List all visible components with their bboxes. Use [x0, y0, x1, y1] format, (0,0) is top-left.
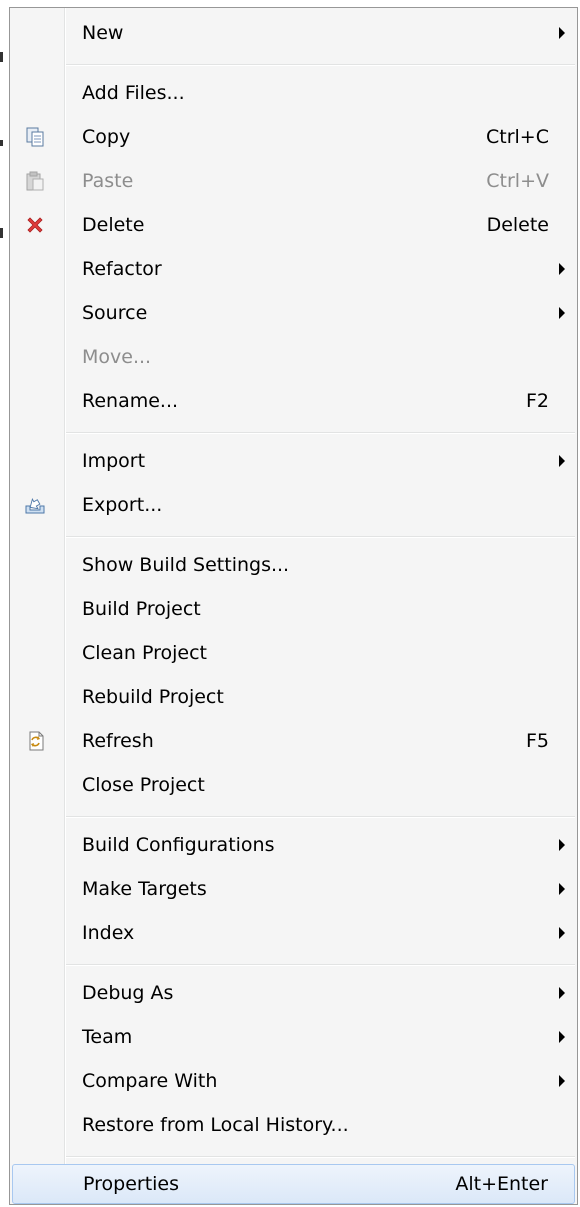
menu-item-label: New: [82, 22, 124, 44]
window-edge-mark: [0, 228, 3, 238]
menu-separator: [66, 1156, 575, 1158]
menu-item-label: Make Targets: [82, 878, 207, 900]
submenu-arrow-icon: [559, 927, 565, 939]
menu-item-shortcut: Alt+Enter: [455, 1173, 548, 1195]
menu-item-source[interactable]: Source: [10, 293, 577, 333]
submenu-arrow-icon: [559, 839, 565, 851]
menu-item-label: Build Project: [82, 598, 201, 620]
menu-item-debug-as[interactable]: Debug As: [10, 973, 577, 1013]
menu-item-label: Paste: [82, 170, 134, 192]
menu-item-shortcut: F5: [525, 730, 549, 752]
menu-item-export[interactable]: Export...: [10, 485, 577, 525]
menu-item-build-project[interactable]: Build Project: [10, 589, 577, 629]
submenu-arrow-icon: [559, 263, 565, 275]
menu-item-new[interactable]: New: [10, 13, 577, 53]
menu-item-team[interactable]: Team: [10, 1017, 577, 1057]
menu-item-properties[interactable]: Properties Alt+Enter: [12, 1164, 575, 1204]
menu-item-label: Add Files...: [82, 82, 185, 104]
paste-icon: [24, 170, 46, 192]
menu-item-build-configurations[interactable]: Build Configurations: [10, 825, 577, 865]
menu-item-label: Debug As: [82, 982, 174, 1004]
menu-separator: [66, 816, 575, 818]
submenu-arrow-icon: [559, 883, 565, 895]
menu-item-label: Refactor: [82, 258, 162, 280]
context-menu: New Add Files... Copy Ctrl+C Paste Ctrl+…: [9, 7, 578, 1205]
menu-item-move[interactable]: Move...: [10, 337, 577, 377]
submenu-arrow-icon: [559, 27, 565, 39]
menu-item-label: Refresh: [82, 730, 154, 752]
submenu-arrow-icon: [559, 1031, 565, 1043]
menu-item-label: Show Build Settings...: [82, 554, 290, 576]
menu-item-refresh[interactable]: Refresh F5: [10, 721, 577, 761]
menu-item-label: Copy: [82, 126, 131, 148]
menu-item-label: Restore from Local History...: [82, 1114, 349, 1136]
menu-item-delete[interactable]: Delete Delete: [10, 205, 577, 245]
delete-icon: [24, 214, 46, 236]
menu-item-label: Rename...: [82, 390, 179, 412]
export-icon: [24, 494, 46, 516]
menu-item-clean-project[interactable]: Clean Project: [10, 633, 577, 673]
submenu-arrow-icon: [559, 1075, 565, 1087]
menu-item-label: Properties: [83, 1173, 180, 1195]
menu-item-refactor[interactable]: Refactor: [10, 249, 577, 289]
menu-item-restore-local-history[interactable]: Restore from Local History...: [10, 1105, 577, 1145]
menu-item-label: Rebuild Project: [82, 686, 224, 708]
copy-icon: [24, 126, 46, 148]
menu-item-label: Export...: [82, 494, 163, 516]
menu-item-add-files[interactable]: Add Files...: [10, 73, 577, 113]
menu-item-rename[interactable]: Rename... F2: [10, 381, 577, 421]
menu-item-label: Source: [82, 302, 148, 324]
menu-separator: [66, 536, 575, 538]
refresh-icon: [24, 730, 46, 752]
menu-item-index[interactable]: Index: [10, 913, 577, 953]
menu-item-shortcut: Ctrl+C: [486, 126, 549, 148]
menu-item-make-targets[interactable]: Make Targets: [10, 869, 577, 909]
window-edge-mark: [0, 52, 3, 62]
menu-item-label: Clean Project: [82, 642, 207, 664]
menu-separator: [66, 964, 575, 966]
menu-item-paste[interactable]: Paste Ctrl+V: [10, 161, 577, 201]
menu-item-label: Move...: [82, 346, 152, 368]
menu-item-import[interactable]: Import: [10, 441, 577, 481]
menu-item-label: Build Configurations: [82, 834, 275, 856]
menu-item-label: Delete: [82, 214, 145, 236]
menu-item-close-project[interactable]: Close Project: [10, 765, 577, 805]
menu-item-shortcut: Ctrl+V: [486, 170, 549, 192]
menu-item-shortcut: F2: [525, 390, 549, 412]
window-edge-mark: [0, 140, 3, 146]
submenu-arrow-icon: [559, 307, 565, 319]
menu-item-show-build-settings[interactable]: Show Build Settings...: [10, 545, 577, 585]
menu-item-label: Index: [82, 922, 135, 944]
menu-separator: [66, 432, 575, 434]
submenu-arrow-icon: [559, 987, 565, 999]
menu-item-label: Team: [82, 1026, 133, 1048]
menu-item-label: Import: [82, 450, 146, 472]
menu-item-copy[interactable]: Copy Ctrl+C: [10, 117, 577, 157]
menu-item-label: Close Project: [82, 774, 205, 796]
menu-item-shortcut: Delete: [486, 214, 549, 236]
menu-item-rebuild-project[interactable]: Rebuild Project: [10, 677, 577, 717]
menu-item-compare-with[interactable]: Compare With: [10, 1061, 577, 1101]
submenu-arrow-icon: [559, 455, 565, 467]
menu-separator: [66, 64, 575, 66]
menu-item-label: Compare With: [82, 1070, 218, 1092]
